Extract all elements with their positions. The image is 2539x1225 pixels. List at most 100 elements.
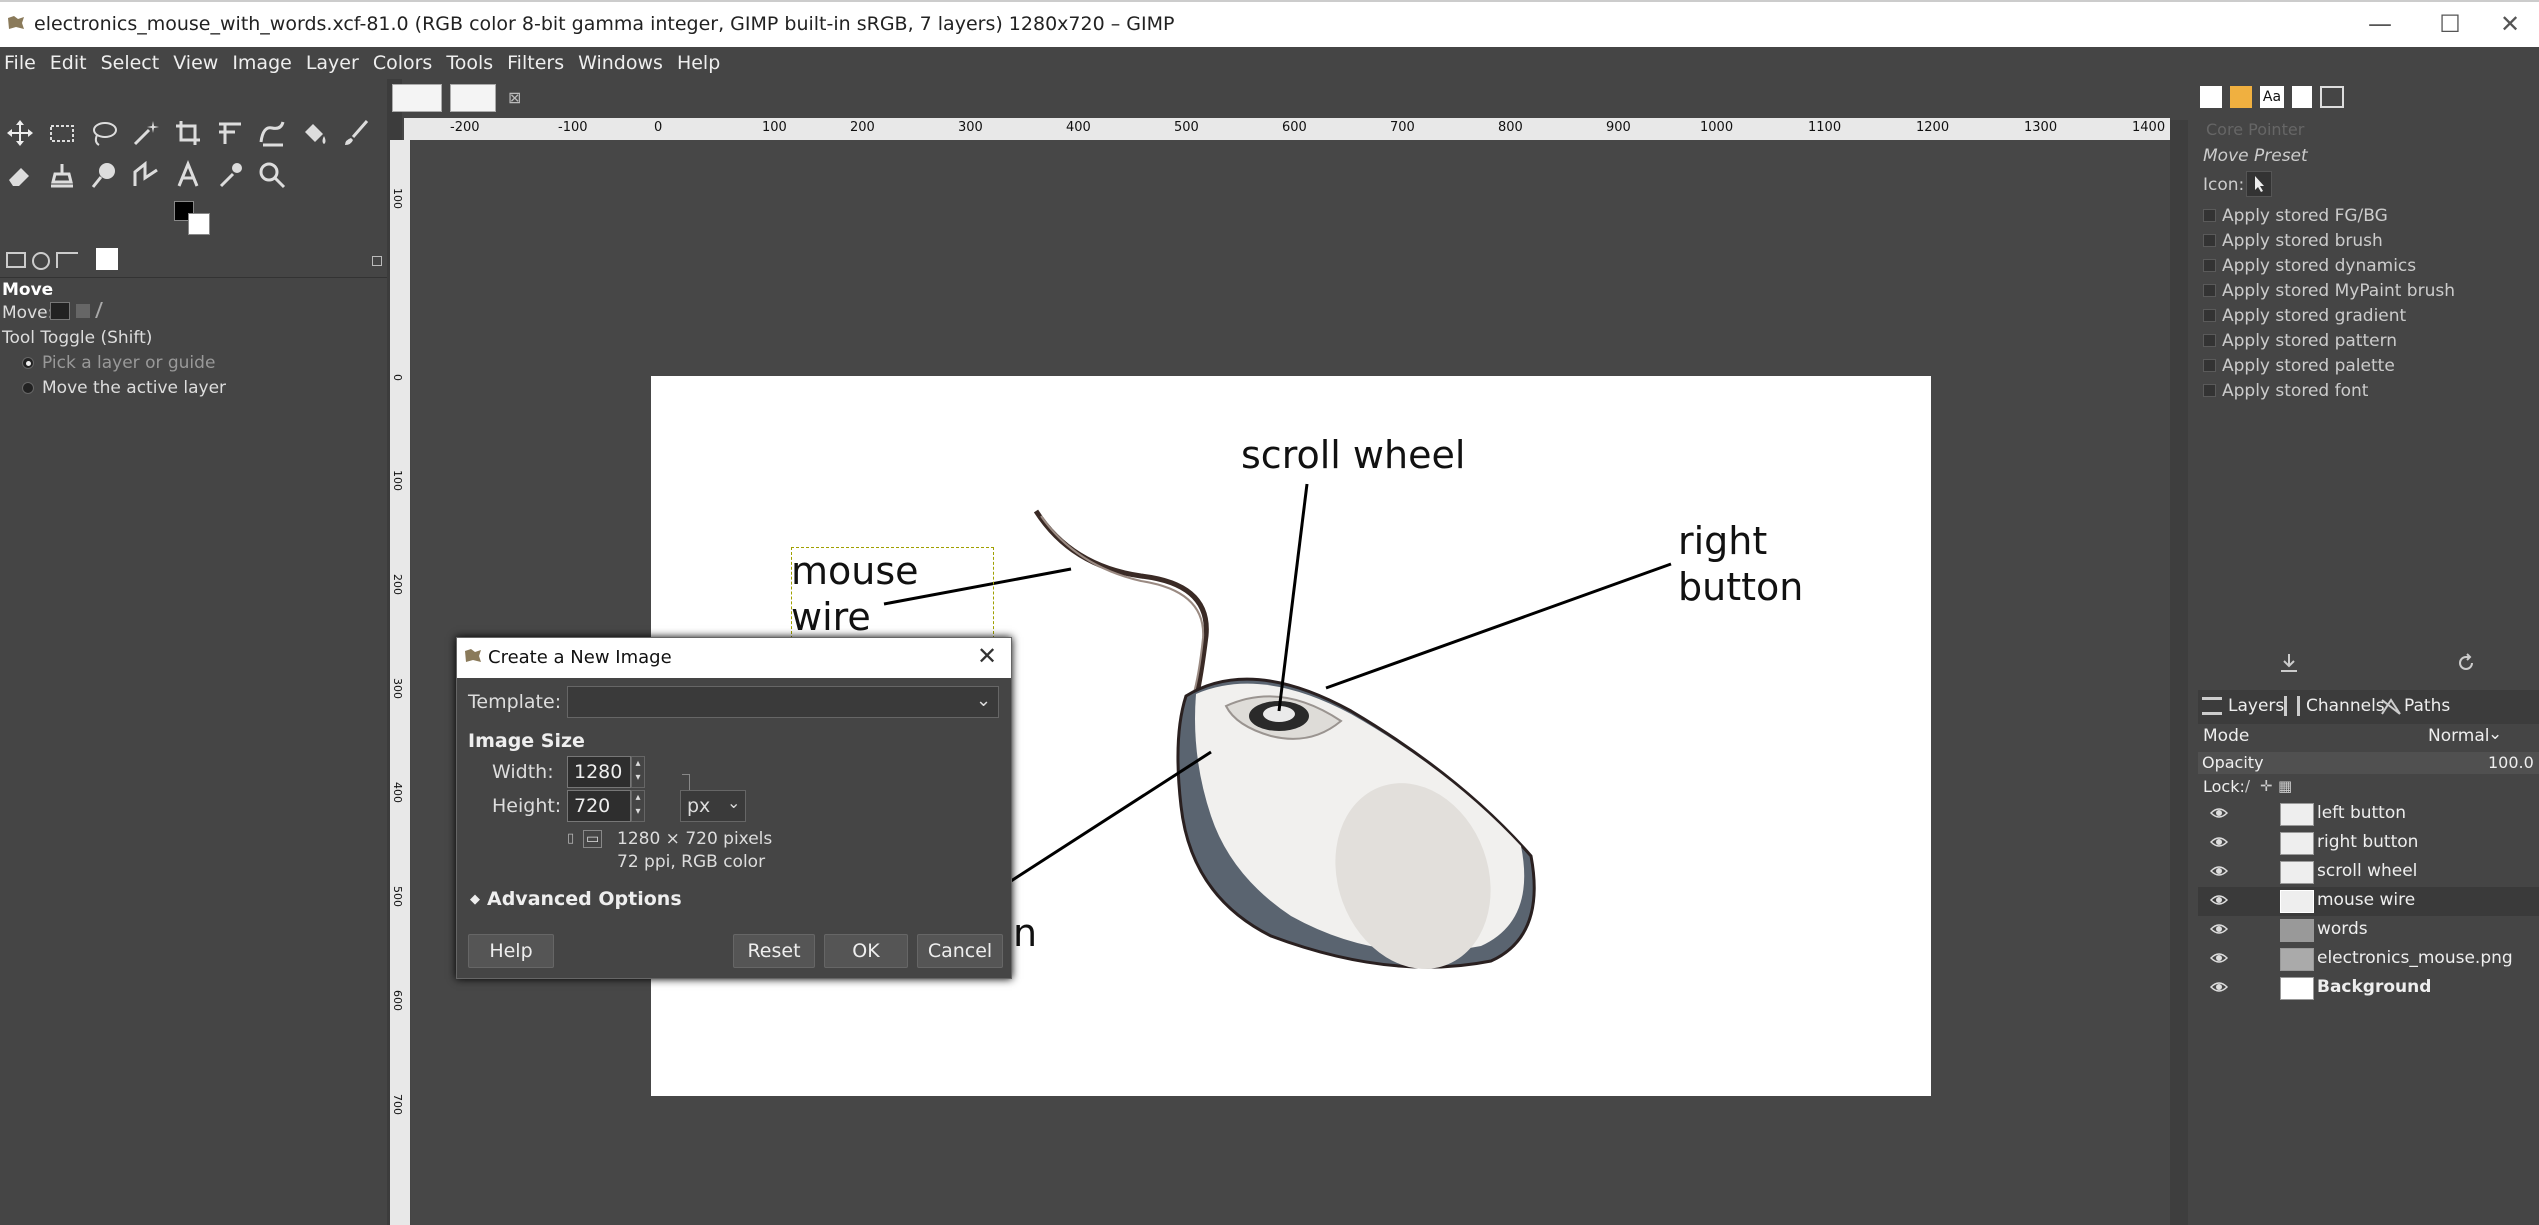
move-layer-mode-icon[interactable] <box>50 302 70 320</box>
layer-row-scroll-wheel[interactable]: scroll wheel <box>2198 858 2539 887</box>
opacity-slider[interactable]: Opacity 100.0 <box>2198 752 2539 774</box>
eye-icon[interactable] <box>2210 951 2228 965</box>
images-tab-icon[interactable] <box>96 248 118 270</box>
lock-position-icon[interactable]: ✛ <box>2260 777 2273 795</box>
menu-image[interactable]: Image <box>232 52 292 74</box>
tab-layers[interactable]: Layers <box>2228 696 2284 716</box>
apply-gradient-checkbox[interactable] <box>2203 309 2216 322</box>
tool-presets-tab-icon[interactable] <box>2320 86 2344 108</box>
path-tool-icon[interactable] <box>128 157 164 193</box>
move-tool-icon[interactable] <box>2 115 38 151</box>
layer-row-background[interactable]: Background <box>2198 974 2539 1003</box>
rect-select-icon[interactable] <box>44 115 80 151</box>
advanced-options-expander[interactable]: Advanced Options <box>487 888 682 910</box>
bucket-fill-icon[interactable] <box>296 115 332 151</box>
lock-pixels-icon[interactable]: / <box>2245 777 2250 795</box>
template-select[interactable]: ⌄ <box>567 686 999 718</box>
fonts-tab-icon[interactable]: Aa <box>2260 86 2284 108</box>
height-input[interactable]: 720 <box>567 790 631 822</box>
apply-pattern-checkbox[interactable] <box>2203 334 2216 347</box>
eye-icon[interactable] <box>2210 806 2228 820</box>
landscape-icon[interactable]: ▭ <box>583 830 603 848</box>
paintbrush-icon[interactable] <box>338 115 374 151</box>
apply-dynamics-checkbox[interactable] <box>2203 259 2216 272</box>
menu-view[interactable]: View <box>173 52 218 74</box>
menu-filters[interactable]: Filters <box>507 52 564 74</box>
save-preset-icon[interactable] <box>2278 652 2300 674</box>
text-tool-icon[interactable] <box>170 157 206 193</box>
mode-dropdown-icon[interactable]: ⌄ <box>2488 724 2502 744</box>
pattern-tab-icon[interactable] <box>2230 86 2252 108</box>
brush-tab-icon[interactable] <box>2200 86 2222 108</box>
eye-icon[interactable] <box>2210 980 2228 994</box>
maximize-button[interactable]: ☐ <box>2430 10 2470 38</box>
eye-icon[interactable] <box>2210 893 2228 907</box>
lasso-icon[interactable] <box>86 115 122 151</box>
reset-button[interactable]: Reset <box>733 934 815 968</box>
layer-row-electronics-mouse[interactable]: electronics_mouse.png <box>2198 945 2539 974</box>
help-button[interactable]: Help <box>468 934 554 968</box>
menu-help[interactable]: Help <box>677 52 720 74</box>
menu-edit[interactable]: Edit <box>50 52 87 74</box>
clone-icon[interactable] <box>44 157 80 193</box>
apply-brush-checkbox[interactable] <box>2203 234 2216 247</box>
menu-windows[interactable]: Windows <box>578 52 663 74</box>
eye-icon[interactable] <box>2210 864 2228 878</box>
image-tab-2[interactable] <box>450 84 496 112</box>
pick-layer-radio[interactable] <box>22 357 34 369</box>
apply-palette-checkbox[interactable] <box>2203 359 2216 372</box>
layer-row-left-button[interactable]: left button <box>2198 800 2539 829</box>
dialog-close-icon[interactable]: ✕ <box>977 642 997 670</box>
apply-font-checkbox[interactable] <box>2203 384 2216 397</box>
smudge-icon[interactable] <box>86 157 122 193</box>
minimize-button[interactable]: — <box>2360 10 2400 38</box>
zoom-icon[interactable] <box>254 157 290 193</box>
cancel-button[interactable]: Cancel <box>917 934 1003 968</box>
ruler-tick-label: 0 <box>391 374 404 381</box>
close-tab-icon[interactable]: ⊠ <box>508 88 521 107</box>
width-stepper[interactable]: ▴ ▾ <box>631 756 645 788</box>
image-tab-1[interactable] <box>392 84 442 112</box>
height-stepper[interactable]: ▴ ▾ <box>631 790 645 822</box>
menu-select[interactable]: Select <box>101 52 160 74</box>
undo-history-tab-icon[interactable] <box>56 252 78 268</box>
preset-icon-button[interactable] <box>2246 171 2272 197</box>
eraser-icon[interactable] <box>2 157 38 193</box>
eye-icon[interactable] <box>2210 922 2228 936</box>
unit-select[interactable]: px ⌄ <box>680 790 746 822</box>
lock-alpha-icon[interactable]: ▦ <box>2278 777 2292 795</box>
close-window-button[interactable]: ✕ <box>2490 10 2530 38</box>
move-active-layer-radio[interactable] <box>22 382 34 394</box>
transform-icon[interactable] <box>212 115 248 151</box>
ok-button[interactable]: OK <box>824 934 908 968</box>
fuzzy-select-icon[interactable] <box>128 115 164 151</box>
tool-options-tab-icon[interactable] <box>6 252 26 268</box>
restore-preset-icon[interactable] <box>2455 652 2477 674</box>
move-preset-label[interactable]: Move Preset <box>2203 146 2308 166</box>
crop-icon[interactable] <box>170 115 206 151</box>
apply-fg-bg-checkbox[interactable] <box>2203 209 2216 222</box>
layer-row-words[interactable]: words <box>2198 916 2539 945</box>
move-selection-mode-icon[interactable] <box>76 304 90 318</box>
apply-mypaint-checkbox[interactable] <box>2203 284 2216 297</box>
portrait-icon[interactable]: ▯ <box>567 831 574 846</box>
menu-colors[interactable]: Colors <box>373 52 433 74</box>
expander-icon[interactable]: ◆ <box>470 892 480 907</box>
device-status-tab-icon[interactable] <box>32 252 50 270</box>
menu-tools[interactable]: Tools <box>446 52 493 74</box>
vertical-scrollbar[interactable] <box>2170 120 2188 1225</box>
tab-channels[interactable]: Channels <box>2306 696 2385 716</box>
color-picker-icon[interactable] <box>212 157 248 193</box>
background-color-swatch[interactable] <box>188 213 210 235</box>
width-input[interactable]: 1280 <box>567 756 631 788</box>
configure-tab-icon[interactable] <box>372 256 382 266</box>
eye-icon[interactable] <box>2210 835 2228 849</box>
document-tab-icon[interactable] <box>2292 86 2312 108</box>
menu-layer[interactable]: Layer <box>306 52 359 74</box>
layer-row-mouse-wire[interactable]: mouse wire <box>2198 887 2539 916</box>
mode-select[interactable]: Normal <box>2428 726 2490 746</box>
menu-file[interactable]: File <box>4 52 36 74</box>
layer-row-right-button[interactable]: right button <box>2198 829 2539 858</box>
warp-icon[interactable] <box>254 115 290 151</box>
tab-paths[interactable]: Paths <box>2404 696 2450 716</box>
